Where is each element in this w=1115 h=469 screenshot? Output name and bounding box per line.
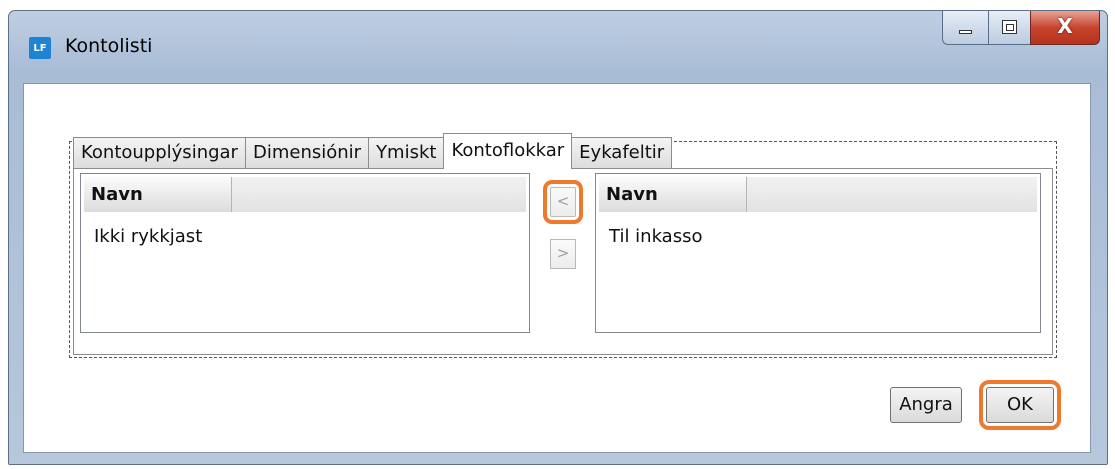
close-button[interactable]: X xyxy=(1030,11,1100,45)
selected-groups-list[interactable]: Navn Til inkasso xyxy=(595,173,1041,333)
app-icon: LF xyxy=(29,37,51,59)
list-item[interactable]: Ikki rykkjast xyxy=(94,226,202,247)
list-header: Navn xyxy=(599,177,1037,212)
kontolisti-window: LF Kontolisti X Kontoupplýsingar Dimensi… xyxy=(8,10,1108,465)
move-left-button[interactable]: < xyxy=(543,180,583,224)
minimize-button[interactable] xyxy=(942,11,988,45)
list-item[interactable]: Til inkasso xyxy=(609,226,702,247)
tab-kontoflokkar[interactable]: Kontoflokkar xyxy=(443,133,573,169)
column-header-navn[interactable]: Navn xyxy=(84,177,232,212)
close-icon: X xyxy=(1057,14,1073,38)
dialog-content: Kontoupplýsingar Dimensiónir Ymiskt Kont… xyxy=(23,83,1091,453)
maximize-icon xyxy=(1002,20,1017,34)
ok-button[interactable]: OK xyxy=(979,380,1061,430)
move-right-button[interactable]: > xyxy=(550,239,576,269)
tab-kontoupplysingar[interactable]: Kontoupplýsingar xyxy=(73,137,246,169)
tab-eykafeltir[interactable]: Eykafeltir xyxy=(571,137,673,169)
title-bar[interactable]: LF Kontolisti X xyxy=(9,11,1107,81)
available-groups-list[interactable]: Navn Ikki rykkjast xyxy=(80,173,530,333)
tab-panel-kontoflokkar: Navn Ikki rykkjast < > Navn Til inkasso xyxy=(73,168,1053,355)
cancel-button[interactable]: Angra xyxy=(890,387,962,423)
minimize-icon xyxy=(959,30,972,34)
tab-strip: Kontoupplýsingar Dimensiónir Ymiskt Kont… xyxy=(73,133,673,169)
window-title: Kontolisti xyxy=(65,35,153,57)
maximize-button[interactable] xyxy=(988,11,1030,45)
window-controls: X xyxy=(942,11,1100,45)
column-header-navn[interactable]: Navn xyxy=(599,177,747,212)
tab-ymiskt[interactable]: Ymiskt xyxy=(368,137,445,169)
tab-dimensionir[interactable]: Dimensiónir xyxy=(244,137,370,169)
list-header: Navn xyxy=(84,177,526,212)
